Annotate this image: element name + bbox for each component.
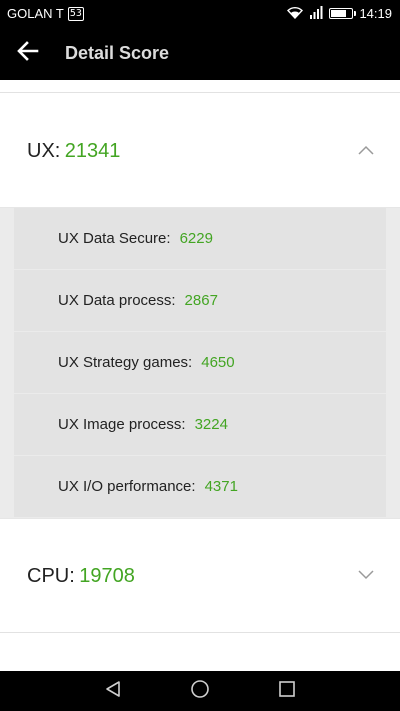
detail-label: UX Data process: — [58, 292, 176, 309]
status-right: 14:19 — [287, 5, 392, 22]
back-button[interactable] — [0, 27, 56, 80]
toolbar: Detail Score — [0, 27, 400, 80]
status-bar: GOLAN T 53 14:19 — [0, 0, 400, 27]
cpu-title: CPU: 19708 — [27, 565, 135, 588]
recents-square-icon — [278, 680, 296, 703]
back-triangle-icon — [104, 680, 122, 703]
cpu-score: 19708 — [79, 564, 135, 587]
detail-value: 4650 — [201, 354, 235, 371]
detail-value: 2867 — [184, 292, 218, 309]
detail-value: 6229 — [179, 230, 213, 247]
navigation-bar — [0, 671, 400, 711]
arrow-left-icon — [17, 41, 39, 66]
ux-label: UX: — [27, 139, 61, 162]
score-detail-list: UX: 21341 UX Data Secure: 6229 UX Data p… — [0, 80, 400, 671]
home-circle-icon — [190, 679, 210, 704]
screen: GOLAN T 53 14:19 Detail Score UX: 21341 … — [0, 0, 400, 711]
cpu-section-header[interactable]: CPU: 19708 — [0, 541, 400, 611]
wifi-icon — [287, 6, 304, 22]
chevron-up-icon — [358, 142, 374, 160]
chevron-down-icon — [358, 567, 374, 585]
divider — [0, 518, 400, 519]
detail-label: UX Data Secure: — [58, 230, 171, 247]
nav-back-button[interactable] — [93, 671, 133, 711]
ux-detail-row-data-process: UX Data process: 2867 — [14, 270, 386, 331]
signal-icon — [309, 5, 323, 22]
detail-value: 3224 — [194, 416, 228, 433]
divider — [0, 92, 400, 93]
cpu-label: CPU: — [27, 564, 75, 587]
carrier-badge: 53 — [67, 6, 84, 21]
nav-home-button[interactable] — [180, 671, 220, 711]
ux-detail-row-io-performance: UX I/O performance: 4371 — [14, 456, 386, 517]
detail-label: UX Strategy games: — [58, 354, 193, 371]
detail-value: 4371 — [204, 478, 238, 495]
battery-fill — [331, 10, 346, 17]
page-title: Detail Score — [65, 43, 170, 63]
status-left: GOLAN T 53 — [7, 6, 84, 21]
divider — [0, 632, 400, 633]
ux-score: 21341 — [64, 139, 121, 162]
ux-detail-row-data-secure: UX Data Secure: 6229 — [14, 208, 386, 269]
detail-label: UX Image process: — [58, 416, 186, 433]
ux-detail-panel: UX Data Secure: 6229 UX Data process: 28… — [0, 208, 400, 519]
battery-icon — [329, 8, 357, 19]
ux-detail-row-image-process: UX Image process: 3224 — [14, 394, 386, 455]
ux-section-header[interactable]: UX: 21341 — [0, 116, 400, 186]
ux-detail-row-strategy-games: UX Strategy games: 4650 — [14, 332, 386, 393]
carrier-name: GOLAN T — [7, 6, 64, 21]
clock: 14:19 — [359, 6, 392, 21]
ux-title: UX: 21341 — [27, 140, 120, 163]
detail-label: UX I/O performance: — [58, 478, 196, 495]
nav-recents-button[interactable] — [267, 671, 307, 711]
